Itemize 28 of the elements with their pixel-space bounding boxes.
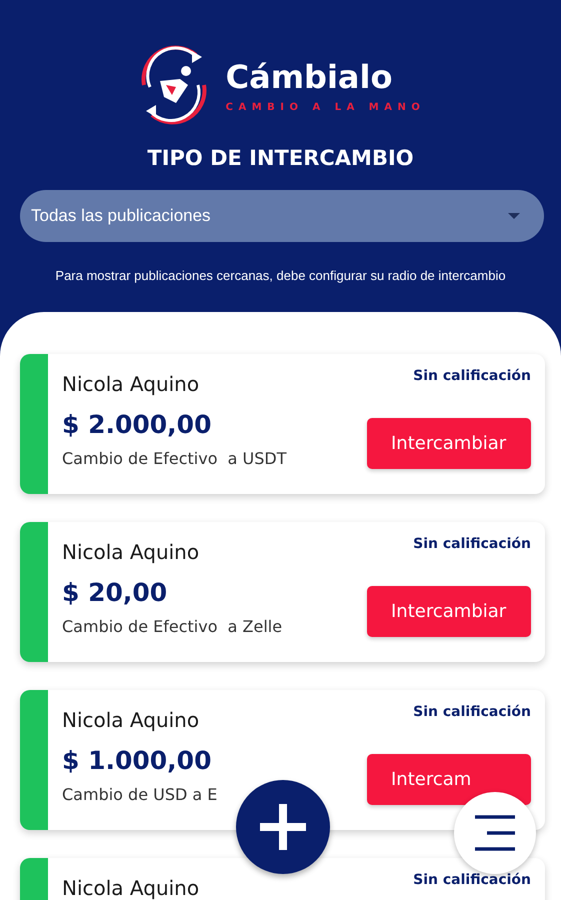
- amount: $ 20,00: [62, 578, 168, 607]
- rating-text: Sin calificación: [413, 704, 531, 720]
- rating-text: Sin calificación: [413, 368, 531, 384]
- exchange-button[interactable]: Intercambiar: [367, 586, 531, 637]
- user-name: Nicola Aquino: [62, 540, 200, 564]
- caret-icon: [508, 213, 520, 219]
- amount: $ 2.000,00: [62, 410, 212, 439]
- user-name: Nicola Aquino: [62, 372, 200, 396]
- exchange-button[interactable]: Intercam: [367, 754, 531, 805]
- user-name: Nicola Aquino: [62, 708, 200, 732]
- exchange-description: Cambio de Efectivo a USDT: [62, 449, 287, 468]
- user-name: Nicola Aquino: [62, 876, 200, 900]
- app-name: Cámbialo: [226, 58, 392, 96]
- tagline: CAMBIO A LA MANO: [226, 102, 426, 112]
- exchange-description: Cambio de USD a E: [62, 785, 218, 804]
- filter-dropdown[interactable]: Todas las publicaciones: [20, 190, 544, 242]
- rating-text: Sin calificación: [413, 536, 531, 552]
- page-title: TIPO DE INTERCAMBIO: [146, 146, 415, 170]
- rating-text: Sin calificación: [413, 872, 531, 888]
- exchange-button[interactable]: Intercambiar: [367, 418, 531, 469]
- menu-icon: [473, 814, 517, 852]
- offer-card[interactable]: Nicola Aquino $ 20,00 Cambio de Efectivo a Zelle Sin calificación Intercambiar: [20, 522, 545, 662]
- offer-card[interactable]: Nicola Aquino $ 2.000,00 Cambio de Efectivo a USDT Sin calificación Intercambiar: [20, 354, 545, 494]
- amount: $ 1.000,00: [62, 746, 212, 775]
- exchange-description: Cambio de Efectivo a Zelle: [62, 617, 282, 636]
- plus-icon: [260, 804, 306, 850]
- offer-card[interactable]: Nicola Aquino Sin calificación: [20, 858, 545, 900]
- info-text: Para mostrar publicaciones cercanas, debe configurar su radio de intercambio: [54, 267, 507, 285]
